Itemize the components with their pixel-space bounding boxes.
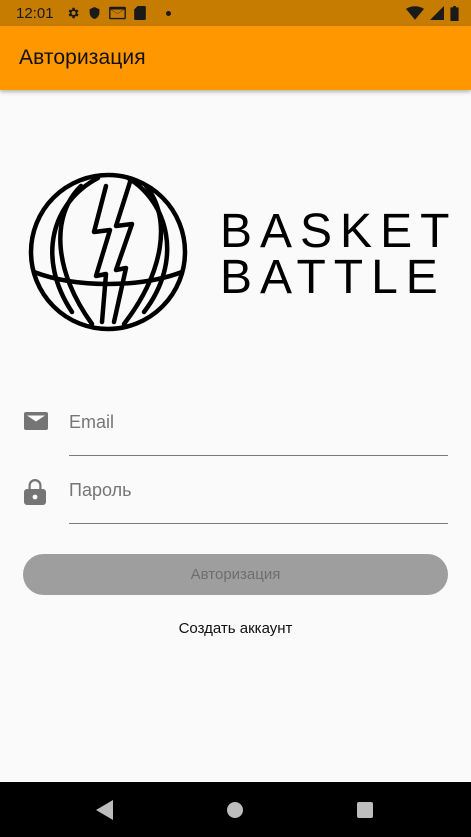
app-logo: BASKET BATTLE <box>26 170 449 335</box>
logo-text-basket: BASKET <box>220 205 458 258</box>
create-account-link[interactable]: Создать аккаунт <box>0 620 471 637</box>
back-button[interactable] <box>75 782 135 837</box>
sd-card-icon <box>133 6 146 20</box>
home-button[interactable] <box>205 782 265 837</box>
page-title: Авторизация <box>19 46 146 69</box>
back-icon <box>96 799 113 820</box>
password-field[interactable] <box>69 473 448 524</box>
basketball-lightning-icon <box>28 172 188 332</box>
dot-icon <box>165 10 171 16</box>
battery-icon <box>450 5 459 21</box>
status-left: 12:01 <box>16 5 171 22</box>
login-button[interactable]: Авторизация <box>23 554 448 595</box>
logo-text-battle: BATTLE <box>220 251 446 304</box>
email-field-row <box>24 405 448 457</box>
status-bar: 12:01 <box>0 0 471 26</box>
status-time: 12:01 <box>16 4 54 22</box>
lock-icon <box>24 479 46 505</box>
system-nav-bar <box>0 782 471 837</box>
recents-button[interactable] <box>335 782 395 837</box>
email-field[interactable] <box>69 405 448 456</box>
shield-icon <box>88 6 101 20</box>
password-field-row <box>24 473 448 525</box>
signal-icon <box>430 6 444 20</box>
gear-icon <box>66 6 80 20</box>
mail-icon <box>24 411 48 431</box>
mail-icon <box>108 6 126 20</box>
app-bar: Авторизация <box>0 26 471 90</box>
home-icon <box>227 801 243 818</box>
recents-icon <box>357 801 373 818</box>
status-right <box>406 5 459 21</box>
wifi-icon <box>406 6 424 20</box>
